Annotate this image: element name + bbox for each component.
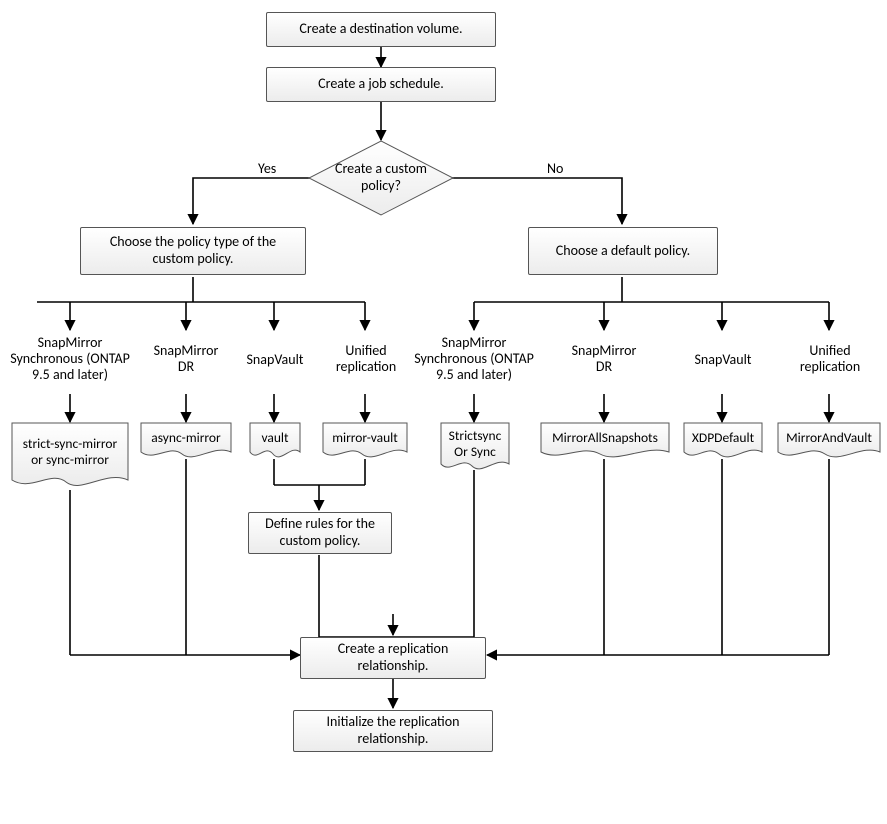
- custom-type-snapmirror-synchronous: SnapMirror Synchronous (ONTAP 9.5 and la…: [10, 335, 130, 383]
- edge-yes: Yes: [258, 160, 276, 177]
- step-choose-default-policy: Choose a default policy.: [528, 227, 718, 275]
- default-type-snapmirror-dr: SnapMirror DR: [566, 343, 642, 375]
- doc-custom-vault: vault: [249, 422, 301, 462]
- doc-default-mirrorandvault: MirrorAndVault: [777, 422, 881, 462]
- step-create-job-schedule: Create a job schedule.: [266, 67, 496, 102]
- doc-default-xdpdefault: XDPDefault: [683, 422, 763, 462]
- step-choose-custom-policy-type: Choose the policy type of the custom pol…: [80, 227, 306, 275]
- doc-label: strict-sync-mirror or sync-mirror: [11, 422, 129, 482]
- doc-label: XDPDefault: [683, 422, 763, 454]
- edge-no: No: [547, 160, 563, 177]
- doc-label: MirrorAndVault: [777, 422, 881, 454]
- doc-custom-async-mirror: async-mirror: [140, 422, 232, 462]
- doc-custom-mirror-vault: mirror-vault: [322, 422, 408, 462]
- doc-label: async-mirror: [140, 422, 232, 454]
- default-type-snapmirror-synchronous: SnapMirror Synchronous (ONTAP 9.5 and la…: [414, 335, 534, 383]
- step-create-replication-relationship: Create a replication relationship.: [300, 637, 486, 679]
- custom-type-unified-replication: Unified replication: [328, 343, 404, 375]
- doc-default-mirrorallsnapshots: MirrorAllSnapshots: [540, 422, 670, 462]
- custom-type-snapmirror-dr: SnapMirror DR: [148, 343, 224, 375]
- flowchart-connectors: [0, 0, 887, 824]
- doc-default-strictsync-or-sync: Strictsync Or Sync: [440, 422, 510, 474]
- doc-label: Strictsync Or Sync: [440, 422, 510, 466]
- step-initialize-replication-relationship: Initialize the replication relationship.: [293, 710, 493, 752]
- doc-label: vault: [249, 422, 301, 454]
- step-define-rules: Define rules for the custom policy.: [248, 512, 392, 554]
- default-type-snapvault: SnapVault: [688, 352, 758, 368]
- doc-custom-sync-mirror: strict-sync-mirror or sync-mirror: [11, 422, 129, 490]
- doc-label: MirrorAllSnapshots: [540, 422, 670, 454]
- step-create-destination-volume: Create a destination volume.: [266, 12, 496, 47]
- default-type-unified-replication: Unified replication: [792, 343, 868, 375]
- decision-create-custom-policy: Create a custom policy?: [308, 140, 454, 216]
- decision-label: Create a custom policy?: [308, 140, 454, 216]
- custom-type-snapvault: SnapVault: [240, 352, 310, 368]
- doc-label: mirror-vault: [322, 422, 408, 454]
